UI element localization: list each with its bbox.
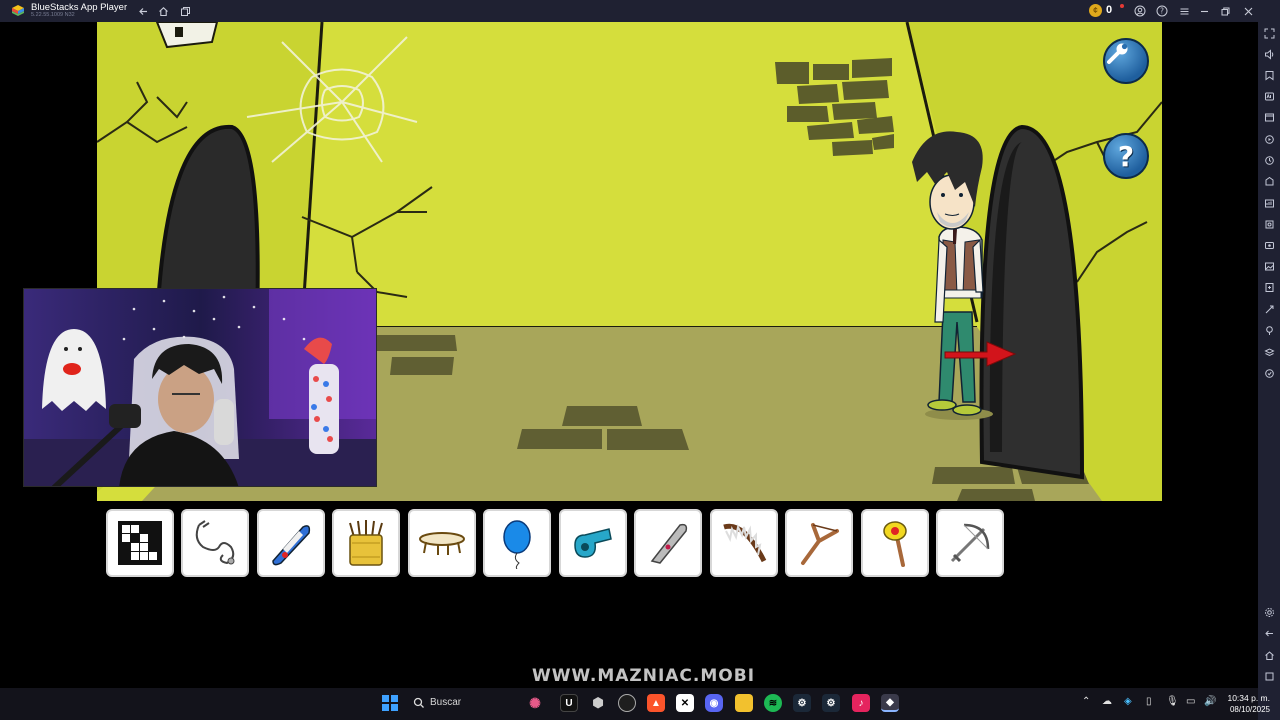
stethoscope-item[interactable] bbox=[181, 509, 249, 577]
fullscreen-icon[interactable] bbox=[1262, 26, 1276, 40]
torch-item[interactable] bbox=[861, 509, 929, 577]
file-explorer-icon[interactable] bbox=[735, 694, 753, 712]
octopus-app-icon[interactable]: ✺ bbox=[526, 694, 544, 712]
crossbow-item[interactable] bbox=[936, 509, 1004, 577]
windows-start-icon[interactable] bbox=[382, 695, 398, 711]
media-icon[interactable] bbox=[1262, 217, 1276, 231]
bluestacks-logo-icon bbox=[12, 5, 24, 16]
sync-icon[interactable] bbox=[1262, 366, 1276, 380]
close-icon[interactable] bbox=[1240, 3, 1256, 19]
apk-icon[interactable] bbox=[1262, 238, 1276, 252]
coin-icon[interactable]: ¢ bbox=[1089, 4, 1102, 17]
skateboard-item[interactable] bbox=[257, 509, 325, 577]
app-version: 5.22.55.1009 N32 bbox=[31, 12, 75, 18]
wrench-settings-button[interactable] bbox=[1103, 38, 1149, 84]
keyboard-controls-icon[interactable] bbox=[1262, 68, 1276, 82]
discord-icon[interactable]: ◉ bbox=[705, 694, 723, 712]
eco-mode-icon[interactable] bbox=[1262, 302, 1276, 316]
epic-games-icon[interactable]: U bbox=[560, 694, 578, 712]
ad-icon[interactable] bbox=[1262, 89, 1276, 103]
multi-instance-icon[interactable] bbox=[177, 3, 193, 19]
android-recents-icon[interactable] bbox=[1262, 669, 1276, 683]
taskbar-time[interactable]: 10:34 p. m. bbox=[1226, 693, 1270, 703]
onedrive-icon[interactable]: ☁ bbox=[1102, 696, 1112, 707]
android-home-icon[interactable] bbox=[1262, 648, 1276, 662]
balloon-item[interactable] bbox=[483, 509, 551, 577]
rotate-icon[interactable] bbox=[1262, 132, 1276, 146]
knife-item[interactable] bbox=[634, 509, 702, 577]
usb-icon[interactable]: ▯ bbox=[1146, 696, 1152, 707]
bluestacks-window: BlueStacks App Player 5.22.55.1009 N32 ¢… bbox=[0, 0, 1280, 720]
home-icon[interactable] bbox=[155, 3, 171, 19]
tray-chevron-icon[interactable]: ⌃ bbox=[1082, 696, 1090, 707]
slingshot-item[interactable] bbox=[785, 509, 853, 577]
volume-icon[interactable] bbox=[1262, 47, 1276, 61]
performance-icon[interactable] bbox=[1262, 153, 1276, 167]
brave-icon[interactable]: ▲ bbox=[647, 694, 665, 712]
capcut-icon[interactable]: ✕ bbox=[676, 694, 694, 712]
crossword-puzzle-item[interactable] bbox=[106, 509, 174, 577]
steam-alt-icon[interactable]: ⚙ bbox=[822, 694, 840, 712]
whistle-item[interactable] bbox=[559, 509, 627, 577]
obs-icon[interactable] bbox=[618, 694, 636, 712]
bluestacks-taskbar-icon[interactable]: ◆ bbox=[881, 694, 899, 712]
location-icon[interactable] bbox=[1262, 280, 1276, 294]
volume-tray-icon[interactable]: 🔊 bbox=[1204, 696, 1216, 707]
webcam-overlay bbox=[23, 288, 377, 487]
pin-icon[interactable] bbox=[1262, 323, 1276, 337]
network-icon[interactable]: ▭ bbox=[1186, 696, 1195, 707]
search-icon[interactable] bbox=[413, 697, 425, 709]
shake-icon[interactable] bbox=[1262, 259, 1276, 273]
layers-icon[interactable] bbox=[1262, 345, 1276, 359]
tiktok-icon[interactable]: ♪ bbox=[852, 694, 870, 712]
account-icon[interactable] bbox=[1132, 3, 1148, 19]
wrench-icon bbox=[1107, 43, 1128, 64]
steam-icon[interactable]: ⚙ bbox=[793, 694, 811, 712]
right-sidebar bbox=[1258, 22, 1280, 720]
minimize-icon[interactable] bbox=[1196, 3, 1212, 19]
menu-icon[interactable] bbox=[1176, 3, 1192, 19]
trampoline-item[interactable] bbox=[408, 509, 476, 577]
android-back-icon[interactable] bbox=[1262, 626, 1276, 640]
back-icon[interactable] bbox=[135, 3, 151, 19]
spotify-icon[interactable]: ≋ bbox=[764, 694, 782, 712]
coin-count: 0 bbox=[1106, 4, 1113, 16]
restore-icon[interactable] bbox=[1217, 3, 1233, 19]
title-bar: BlueStacks App Player 5.22.55.1009 N32 ¢… bbox=[0, 0, 1280, 22]
bear-trap-item[interactable] bbox=[710, 509, 778, 577]
record-icon[interactable] bbox=[1262, 196, 1276, 210]
obs-hex-icon[interactable]: ⬢ bbox=[589, 694, 607, 712]
help-circle-icon[interactable]: ? bbox=[1154, 3, 1170, 19]
watermark: WWW.MAZNIAC.MOBI bbox=[532, 666, 756, 686]
microphone-icon[interactable]: 🎙 bbox=[1166, 696, 1179, 707]
taskbar-date[interactable]: 08/10/2025 bbox=[1222, 705, 1270, 714]
help-button[interactable]: ? bbox=[1103, 133, 1149, 179]
svg-text:?: ? bbox=[1160, 7, 1164, 16]
settings-icon[interactable] bbox=[1262, 605, 1276, 619]
notification-dot bbox=[1120, 4, 1124, 8]
defender-icon[interactable]: ◈ bbox=[1124, 696, 1132, 707]
pencil-can-item[interactable] bbox=[332, 509, 400, 577]
macro-icon[interactable] bbox=[1262, 110, 1276, 124]
screenshot-icon[interactable] bbox=[1262, 174, 1276, 188]
taskbar-search-label[interactable]: Buscar bbox=[430, 697, 461, 708]
